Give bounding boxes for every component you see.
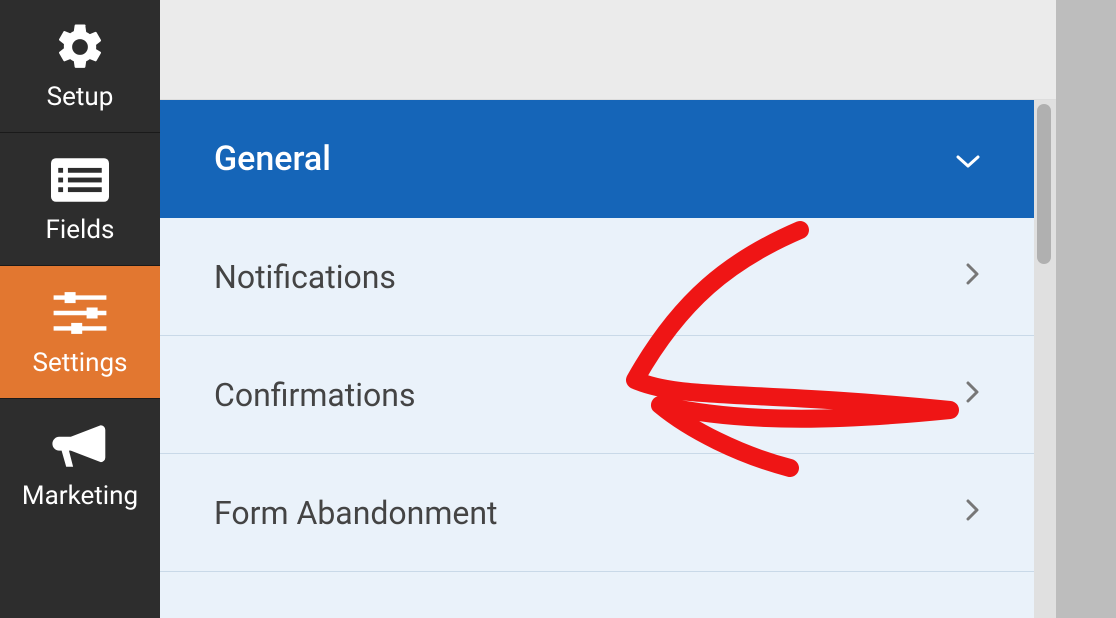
chevron-right-icon bbox=[966, 378, 980, 411]
panel-row-label: Notifications bbox=[214, 258, 396, 296]
panel-list: Notifications Confirmations Form Abandon… bbox=[160, 218, 1034, 618]
right-gutter bbox=[1056, 0, 1116, 618]
panel-row-confirmations[interactable]: Confirmations bbox=[160, 336, 1034, 454]
megaphone-icon bbox=[52, 421, 108, 471]
scrollbar[interactable] bbox=[1034, 100, 1056, 618]
panel-section-general[interactable]: General bbox=[160, 100, 1034, 218]
chevron-right-icon bbox=[966, 260, 980, 293]
panel-row-label: Confirmations bbox=[214, 376, 415, 414]
sliders-icon bbox=[52, 288, 108, 338]
main-area: General Notifications Confirmations bbox=[160, 0, 1056, 618]
gear-icon bbox=[53, 22, 107, 72]
panel-header-title: General bbox=[214, 139, 331, 179]
sidebar-item-fields[interactable]: Fields bbox=[0, 133, 160, 266]
panel-container: General Notifications Confirmations bbox=[160, 100, 1056, 618]
top-bar bbox=[160, 0, 1056, 100]
panel-row-notifications[interactable]: Notifications bbox=[160, 218, 1034, 336]
sidebar-item-marketing[interactable]: Marketing bbox=[0, 399, 160, 531]
sidebar: Setup Fields Settings Marketing bbox=[0, 0, 160, 618]
sidebar-item-label: Settings bbox=[33, 348, 128, 378]
chevron-down-icon bbox=[956, 143, 980, 176]
list-icon bbox=[51, 155, 109, 205]
sidebar-item-label: Fields bbox=[46, 215, 115, 245]
panel-row-label: Form Abandonment bbox=[214, 494, 498, 532]
settings-panel: General Notifications Confirmations bbox=[160, 100, 1034, 618]
panel-row-form-abandonment[interactable]: Form Abandonment bbox=[160, 454, 1034, 572]
sidebar-item-setup[interactable]: Setup bbox=[0, 0, 160, 133]
chevron-right-icon bbox=[966, 496, 980, 529]
sidebar-item-settings[interactable]: Settings bbox=[0, 266, 160, 399]
scrollbar-thumb[interactable] bbox=[1037, 104, 1051, 264]
sidebar-item-label: Setup bbox=[47, 82, 114, 112]
sidebar-item-label: Marketing bbox=[22, 481, 138, 511]
